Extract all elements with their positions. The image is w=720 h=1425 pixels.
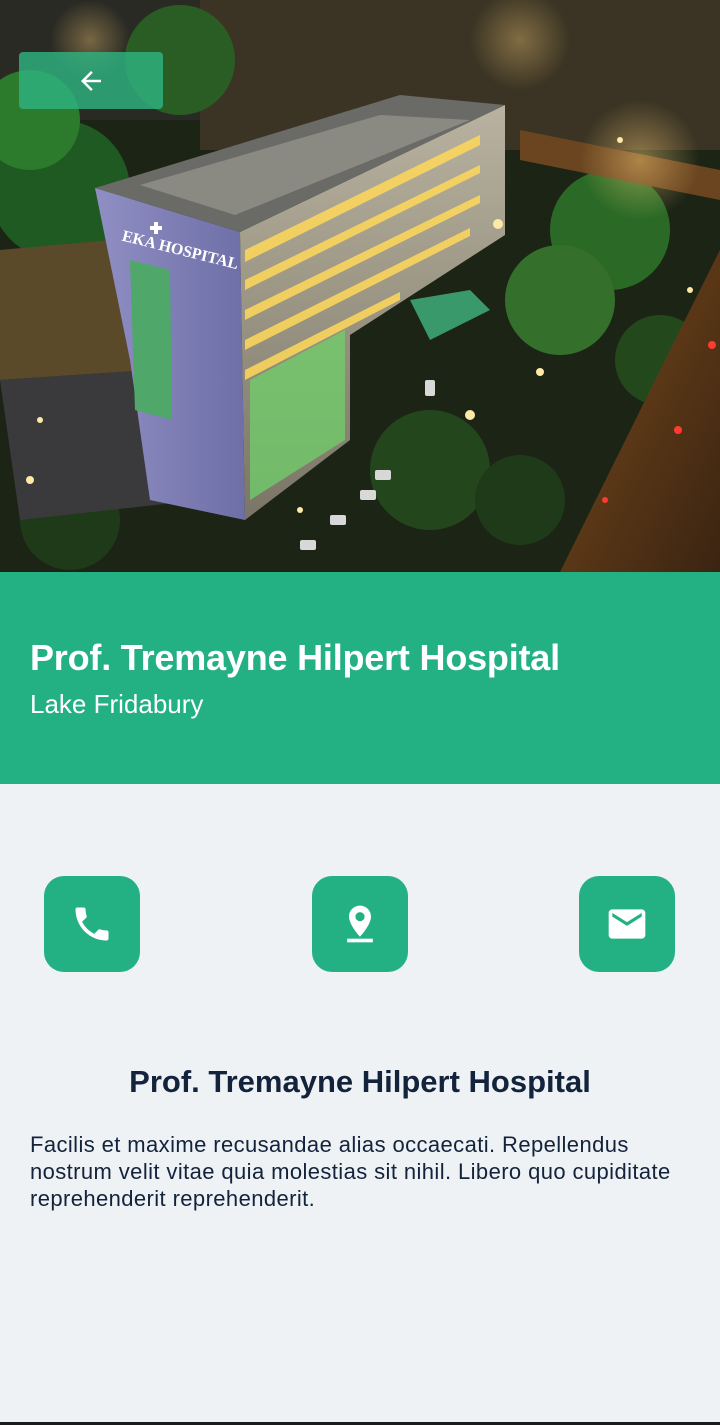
hospital-location: Lake Fridabury [30,689,204,719]
details-description: Facilis et maxime recusandae alias occae… [30,1132,671,1211]
hospital-photo: EKA HOSPITAL [0,0,720,572]
call-button[interactable] [44,876,140,972]
mail-icon [608,909,646,939]
hospital-name: Prof. Tremayne Hilpert Hospital [30,637,560,678]
email-button[interactable] [579,876,675,972]
arrow-left-icon [81,70,101,91]
hospital-header: Prof. Tremayne Hilpert Hospital Lake Fri… [0,572,720,784]
hospital-detail-screen: EKA HOSPITAL Prof. Tremayne Hilpert Hosp… [0,0,720,1425]
details-title: Prof. Tremayne Hilpert Hospital [129,1064,591,1099]
map-pin-icon [347,905,373,943]
phone-icon [75,907,109,941]
back-button[interactable] [19,52,163,109]
location-button[interactable] [312,876,408,972]
